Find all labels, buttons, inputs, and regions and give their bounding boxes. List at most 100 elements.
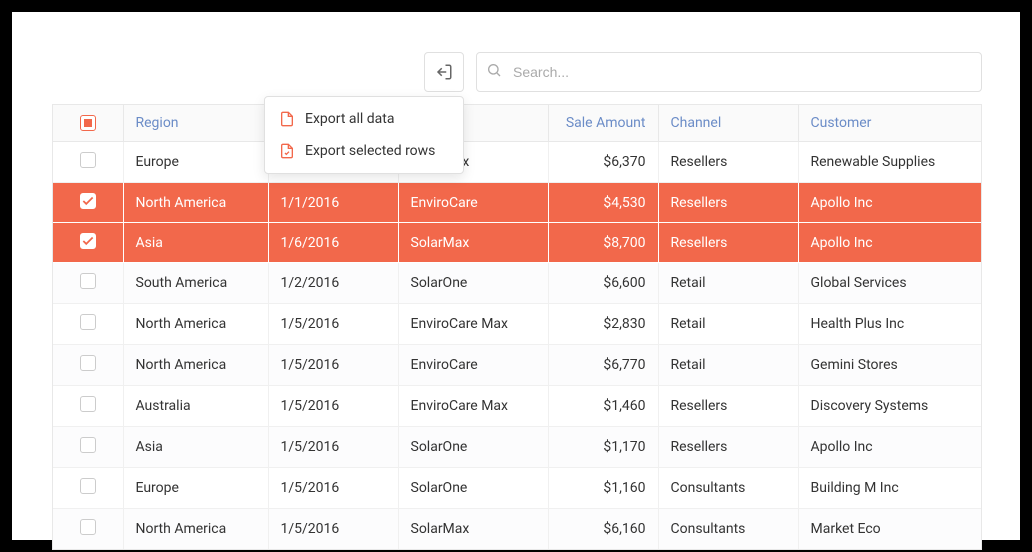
cell-select[interactable] — [53, 304, 123, 345]
header-select-all[interactable] — [53, 105, 123, 142]
cell-date: 1/5/2016 — [268, 345, 398, 386]
cell-channel: Resellers — [658, 223, 798, 263]
export-dropdown: Export all data Export selected rows — [264, 96, 464, 174]
cell-product: EnviroCare — [398, 183, 548, 223]
checkbox[interactable] — [80, 519, 96, 535]
cell-select[interactable] — [53, 509, 123, 550]
cell-select[interactable] — [53, 263, 123, 304]
checkbox[interactable] — [80, 152, 96, 168]
cell-amount: $1,160 — [548, 468, 658, 509]
table-row[interactable]: North America1/1/2016EnviroCare$4,530Res… — [53, 183, 981, 223]
table-row[interactable]: North America1/5/2016EnviroCare Max$2,83… — [53, 304, 981, 345]
cell-customer: Apollo Inc — [798, 427, 981, 468]
toolbar: Export all data Export selected rows — [52, 52, 982, 92]
cell-channel: Resellers — [658, 142, 798, 183]
cell-channel: Resellers — [658, 427, 798, 468]
checkbox[interactable] — [80, 273, 96, 289]
cell-region: North America — [123, 183, 268, 223]
cell-customer: Apollo Inc — [798, 223, 981, 263]
cell-customer: Building M Inc — [798, 468, 981, 509]
cell-channel: Resellers — [658, 183, 798, 223]
menu-label: Export all data — [305, 111, 395, 127]
cell-customer: Health Plus Inc — [798, 304, 981, 345]
search-box — [476, 52, 982, 92]
cell-select[interactable] — [53, 427, 123, 468]
cell-amount: $1,170 — [548, 427, 658, 468]
cell-date: 1/2/2016 — [268, 263, 398, 304]
cell-product: SolarOne — [398, 427, 548, 468]
cell-channel: Consultants — [658, 509, 798, 550]
cell-product: SolarMax — [398, 509, 548, 550]
cell-product: EnviroCare Max — [398, 386, 548, 427]
cell-amount: $6,770 — [548, 345, 658, 386]
header-customer[interactable]: Customer — [798, 105, 981, 142]
menu-export-selected[interactable]: Export selected rows — [265, 135, 463, 167]
checkbox[interactable] — [80, 437, 96, 453]
cell-product: EnviroCare Max — [398, 304, 548, 345]
cell-amount: $2,830 — [548, 304, 658, 345]
file-icon — [279, 111, 295, 127]
cell-customer: Renewable Supplies — [798, 142, 981, 183]
table-row[interactable]: Australia1/5/2016EnviroCare Max$1,460Res… — [53, 386, 981, 427]
cell-select[interactable] — [53, 345, 123, 386]
table-row[interactable]: North America1/5/2016SolarMax$6,160Consu… — [53, 509, 981, 550]
header-channel[interactable]: Channel — [658, 105, 798, 142]
cell-region: South America — [123, 263, 268, 304]
cell-amount: $1,460 — [548, 386, 658, 427]
cell-channel: Retail — [658, 345, 798, 386]
cell-product: EnviroCare — [398, 345, 548, 386]
cell-region: North America — [123, 304, 268, 345]
cell-region: North America — [123, 509, 268, 550]
cell-customer: Apollo Inc — [798, 183, 981, 223]
checkbox-checked[interactable] — [80, 233, 96, 249]
table-row[interactable]: South America1/2/2016SolarOne$6,600Retai… — [53, 263, 981, 304]
cell-date: 1/5/2016 — [268, 427, 398, 468]
header-sale-amount[interactable]: Sale Amount — [548, 105, 658, 142]
table-row[interactable]: North America1/5/2016EnviroCare$6,770Ret… — [53, 345, 981, 386]
cell-date: 1/5/2016 — [268, 304, 398, 345]
cell-product: SolarOne — [398, 468, 548, 509]
cell-select[interactable] — [53, 468, 123, 509]
cell-region: Asia — [123, 427, 268, 468]
header-region[interactable]: Region — [123, 105, 268, 142]
checkbox[interactable] — [80, 396, 96, 412]
checkbox[interactable] — [80, 478, 96, 494]
cell-customer: Gemini Stores — [798, 345, 981, 386]
cell-region: Europe — [123, 468, 268, 509]
checkbox[interactable] — [80, 314, 96, 330]
cell-region: Australia — [123, 386, 268, 427]
table-row[interactable]: Asia1/6/2016SolarMax$8,700ResellersApoll… — [53, 223, 981, 263]
checkbox[interactable] — [80, 355, 96, 371]
cell-date: 1/6/2016 — [268, 223, 398, 263]
table-row[interactable]: EuropeSolarMax$6,370ResellersRenewable S… — [53, 142, 981, 183]
cell-amount: $8,700 — [548, 223, 658, 263]
cell-select[interactable] — [53, 142, 123, 183]
checkbox-checked[interactable] — [80, 193, 96, 209]
cell-select[interactable] — [53, 223, 123, 263]
cell-select[interactable] — [53, 183, 123, 223]
header-row: Region Product Sale Amount Channel Custo… — [53, 105, 981, 142]
cell-channel: Retail — [658, 304, 798, 345]
data-grid: Region Product Sale Amount Channel Custo… — [52, 104, 982, 550]
file-check-icon — [279, 143, 295, 159]
checkbox-indeterminate[interactable] — [80, 115, 96, 131]
search-input[interactable] — [476, 52, 982, 92]
cell-channel: Resellers — [658, 386, 798, 427]
cell-amount: $6,370 — [548, 142, 658, 183]
cell-region: Europe — [123, 142, 268, 183]
menu-export-all[interactable]: Export all data — [265, 103, 463, 135]
cell-channel: Retail — [658, 263, 798, 304]
cell-product: SolarMax — [398, 223, 548, 263]
cell-date: 1/5/2016 — [268, 468, 398, 509]
cell-amount: $6,160 — [548, 509, 658, 550]
table-row[interactable]: Asia1/5/2016SolarOne$1,170ResellersApoll… — [53, 427, 981, 468]
cell-product: SolarOne — [398, 263, 548, 304]
export-button[interactable] — [424, 52, 464, 92]
cell-select[interactable] — [53, 386, 123, 427]
cell-date: 1/5/2016 — [268, 386, 398, 427]
cell-date: 1/1/2016 — [268, 183, 398, 223]
cell-region: Asia — [123, 223, 268, 263]
table-row[interactable]: Europe1/5/2016SolarOne$1,160ConsultantsB… — [53, 468, 981, 509]
cell-region: North America — [123, 345, 268, 386]
cell-channel: Consultants — [658, 468, 798, 509]
